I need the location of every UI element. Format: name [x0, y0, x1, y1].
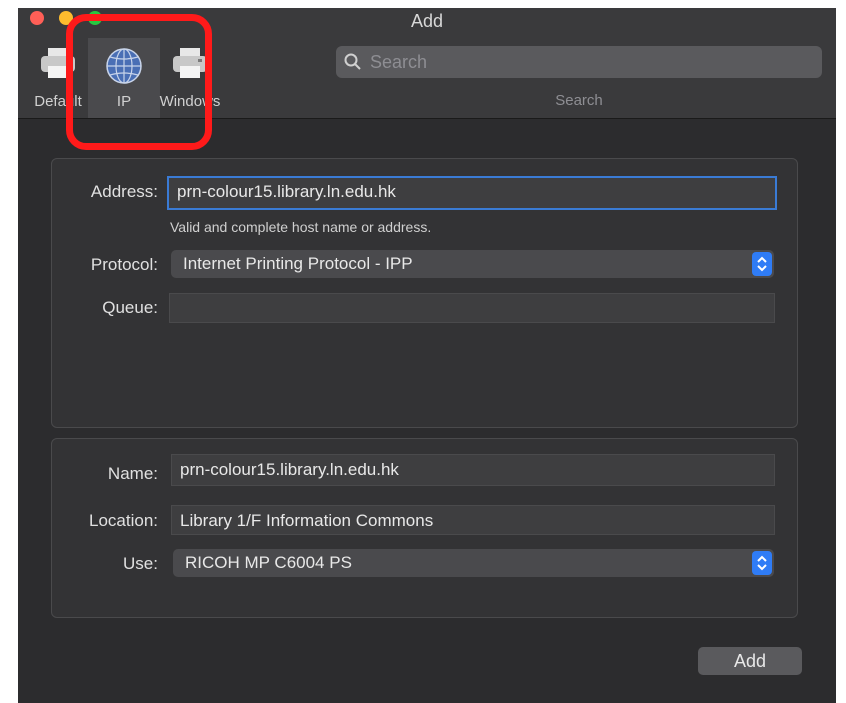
use-driver-select[interactable]: RICOH MP C6004 PS — [173, 549, 774, 577]
protocol-label: Protocol: — [90, 255, 158, 274]
chevron-updown-icon — [752, 551, 772, 575]
location-label: Location: — [89, 511, 158, 530]
name-label: Name: — [107, 464, 158, 483]
search-input[interactable]: Search — [336, 46, 822, 78]
chevron-updown-icon — [752, 252, 772, 276]
use-label: Use: — [123, 554, 158, 573]
address-field[interactable]: prn-colour15.library.ln.edu.hk — [167, 176, 777, 210]
queue-label: Queue: — [102, 298, 158, 317]
use-value: RICOH MP C6004 PS — [185, 553, 352, 572]
search-icon — [344, 53, 362, 76]
search-placeholder: Search — [370, 52, 428, 72]
name-field[interactable]: prn-colour15.library.ln.edu.hk — [171, 454, 775, 486]
protocol-select[interactable]: Internet Printing Protocol - IPP — [171, 250, 774, 278]
address-hint: Valid and complete host name or address. — [170, 219, 432, 235]
ip-highlight-annotation — [66, 14, 212, 150]
queue-field[interactable] — [169, 293, 775, 323]
protocol-value: Internet Printing Protocol - IPP — [183, 254, 413, 273]
location-field[interactable]: Library 1/F Information Commons — [171, 505, 775, 535]
address-label: Address: — [90, 182, 158, 201]
add-button[interactable]: Add — [698, 647, 802, 675]
search-label: Search — [555, 92, 603, 109]
add-printer-window: Add Default IP Windows Search Search Add… — [18, 8, 836, 703]
